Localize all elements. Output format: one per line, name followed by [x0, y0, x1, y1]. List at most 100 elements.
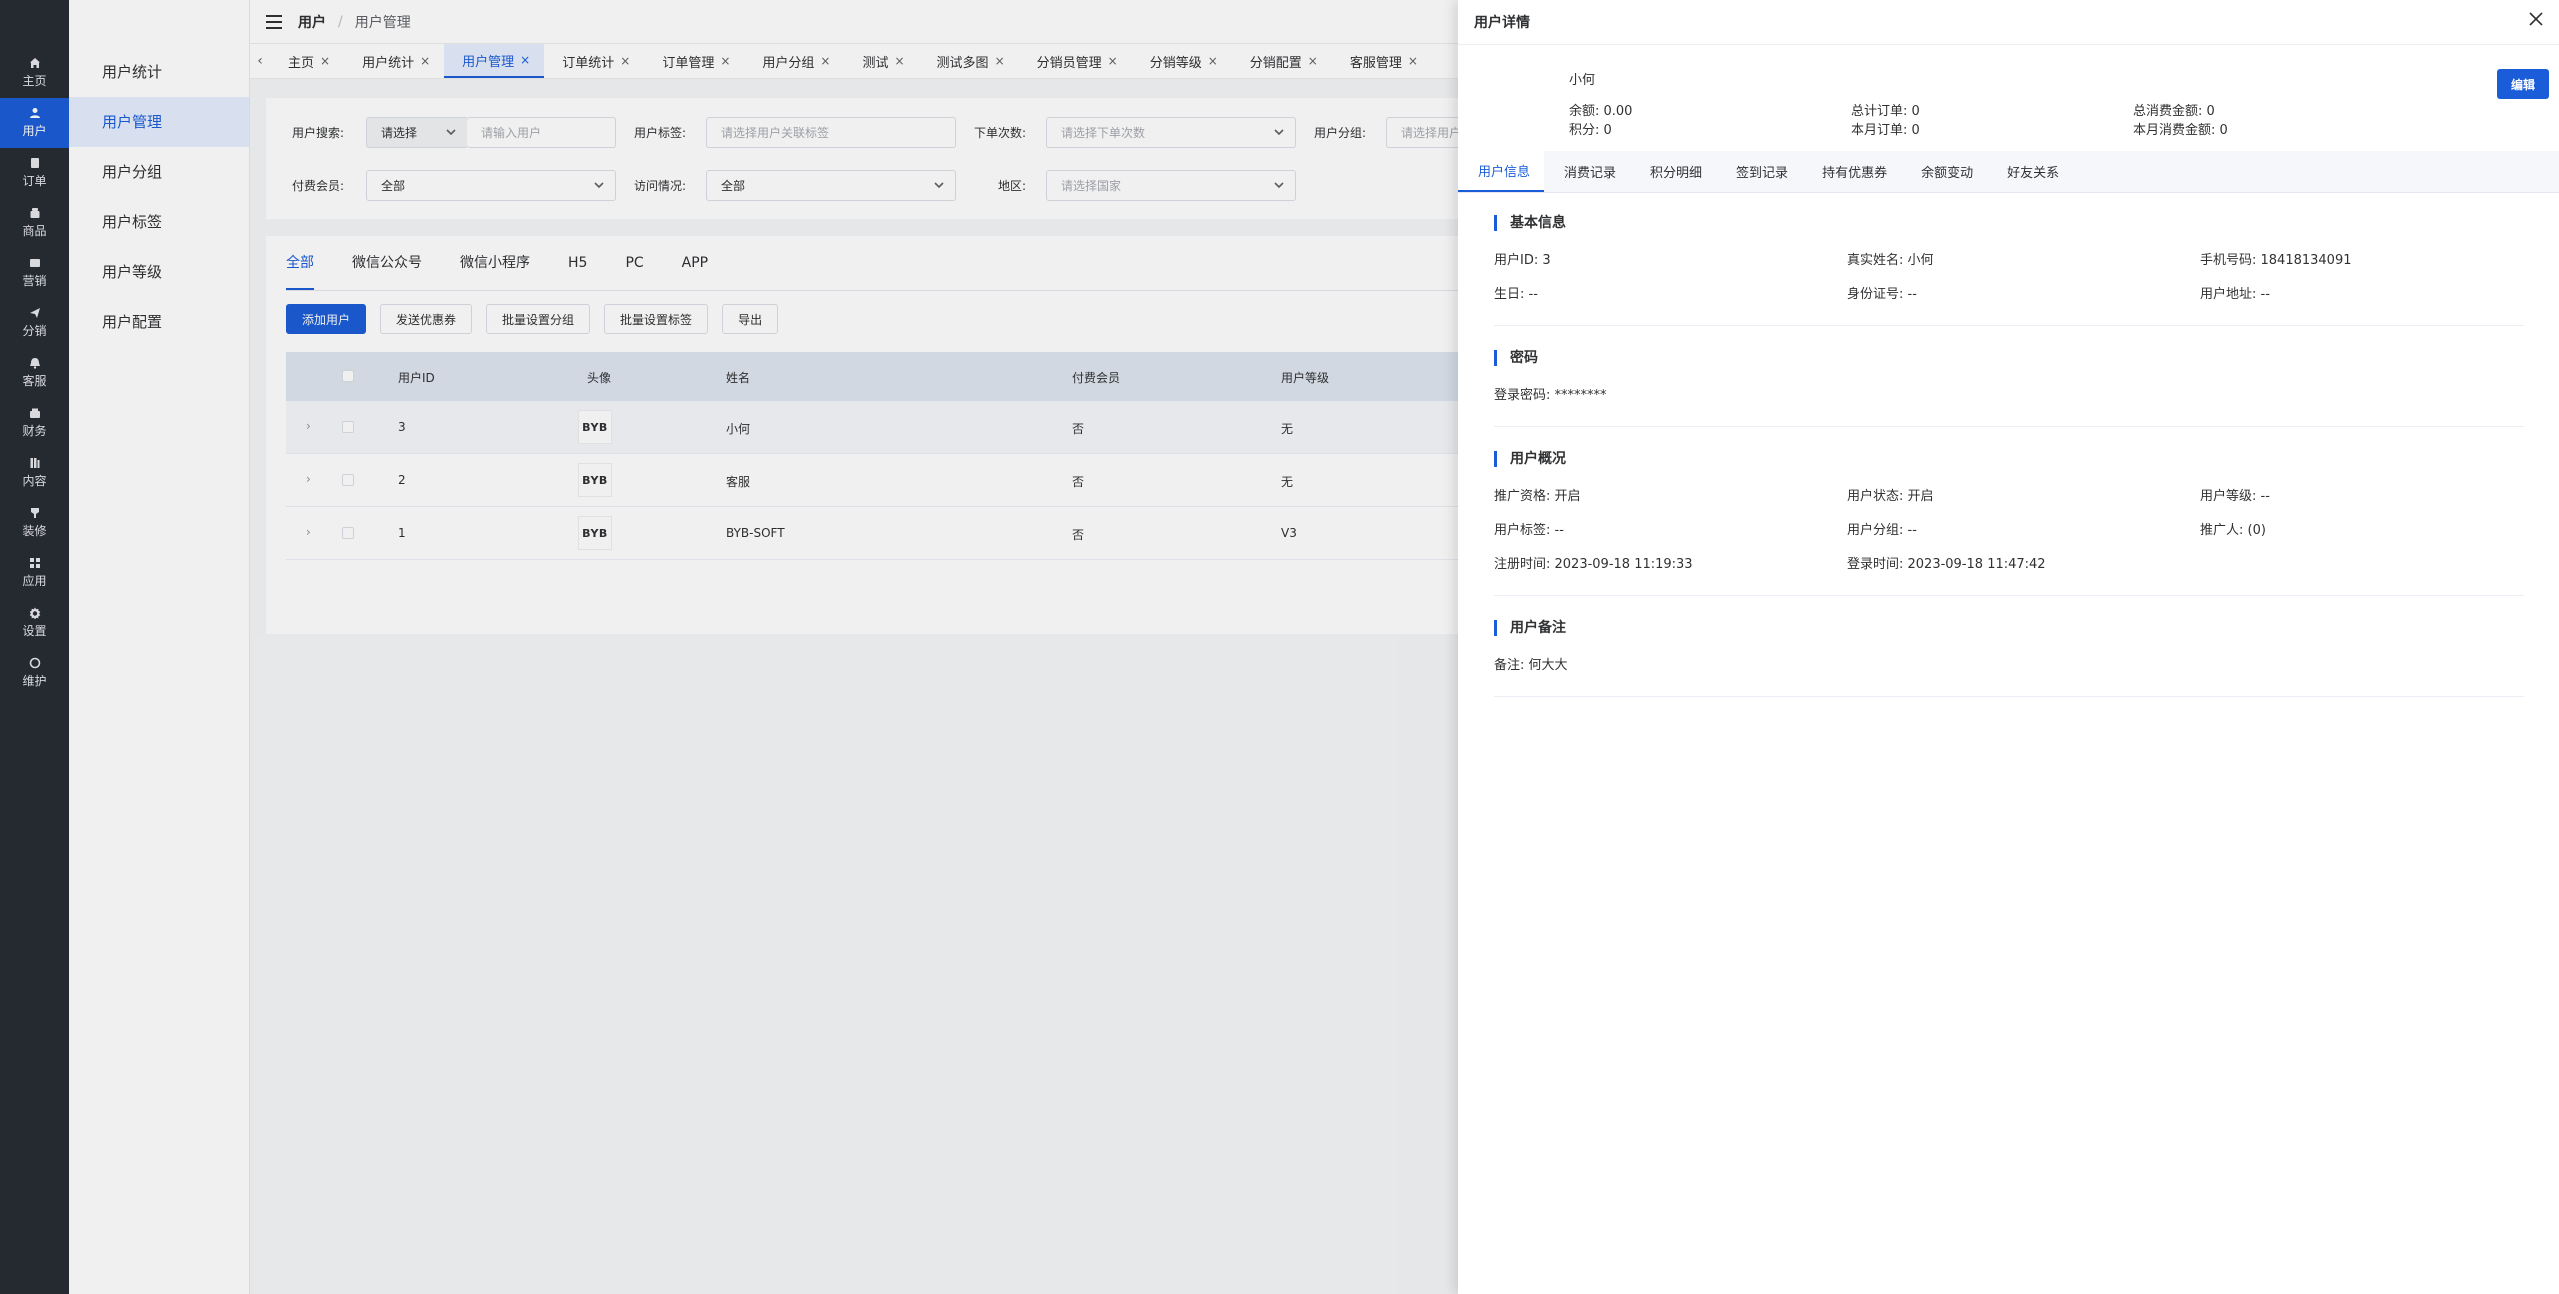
- rail-item-service[interactable]: 客服: [0, 348, 69, 398]
- select-all-checkbox[interactable]: [342, 370, 354, 385]
- rail-item-product[interactable]: 商品: [0, 198, 69, 248]
- channel-tab[interactable]: APP: [682, 236, 708, 290]
- header-paid-member: 付费会员: [1072, 371, 1121, 385]
- page-tab[interactable]: 用户分组 ×: [744, 44, 844, 78]
- points-stat: 积分: 0: [1569, 123, 1612, 138]
- channel-tab[interactable]: 全部: [286, 236, 314, 290]
- user-tags-field: 用户标签: --: [1494, 523, 1564, 538]
- drawer-tab[interactable]: 余额变动: [1901, 151, 1987, 192]
- rail-item-home[interactable]: 主页: [0, 48, 69, 98]
- add-user-button[interactable]: 添加用户: [286, 304, 367, 334]
- drawer-tab[interactable]: 签到记录: [1716, 151, 1802, 192]
- tab-close-icon[interactable]: ×: [1208, 54, 1218, 68]
- submenu-item[interactable]: 用户管理: [69, 97, 249, 147]
- page-tab[interactable]: 订单管理 ×: [644, 44, 744, 78]
- drawer-tab[interactable]: 好友关系: [1987, 151, 2073, 192]
- export-button[interactable]: 导出: [722, 304, 779, 334]
- close-icon[interactable]: [2529, 12, 2543, 26]
- chevron-down-icon: [933, 179, 945, 191]
- page-tab[interactable]: 客服管理 ×: [1332, 44, 1432, 78]
- row-checkbox[interactable]: [342, 474, 354, 489]
- rail-item-label: 应用: [22, 574, 47, 588]
- batch-set-tag-button[interactable]: 批量设置标签: [604, 304, 709, 334]
- rail-item-apps[interactable]: 应用: [0, 548, 69, 598]
- user-id-cell: 3: [398, 420, 406, 434]
- edit-button[interactable]: 编辑: [2496, 69, 2549, 99]
- page-tab[interactable]: 分销配置 ×: [1232, 44, 1332, 78]
- row-checkbox[interactable]: [342, 421, 354, 436]
- submenu-item[interactable]: 用户统计: [69, 47, 249, 97]
- breadcrumb-root[interactable]: 用户: [298, 12, 326, 32]
- visit-status-value: 全部: [721, 179, 746, 193]
- channel-tab[interactable]: 微信小程序: [460, 236, 530, 290]
- page-tab[interactable]: 用户管理 ×: [444, 44, 545, 78]
- tab-close-icon[interactable]: ×: [620, 54, 630, 68]
- page-tab[interactable]: 测试 ×: [844, 44, 918, 78]
- tab-close-icon[interactable]: ×: [1408, 54, 1418, 68]
- tab-close-icon[interactable]: ×: [894, 54, 904, 68]
- tab-close-icon[interactable]: ×: [1108, 54, 1118, 68]
- page-tab[interactable]: 分销等级 ×: [1132, 44, 1232, 78]
- hamburger-menu-icon[interactable]: [266, 14, 282, 29]
- rail-item-marketing[interactable]: 营销: [0, 248, 69, 298]
- rail-item-label: 营销: [22, 274, 47, 288]
- page-tab[interactable]: 主页 ×: [270, 44, 344, 78]
- drawer-title: 用户详情: [1474, 15, 1530, 31]
- page-tab[interactable]: 测试多图 ×: [919, 44, 1019, 78]
- rail-item-order[interactable]: 订单: [0, 148, 69, 198]
- table-row[interactable]: › 2 BYB 客服 否 无: [286, 454, 1460, 507]
- channel-tab[interactable]: PC: [625, 236, 643, 290]
- tab-close-icon[interactable]: ×: [520, 53, 530, 67]
- page-tab[interactable]: 订单统计 ×: [544, 44, 644, 78]
- rail-item-finance[interactable]: 财务: [0, 398, 69, 448]
- user-search-input[interactable]: 请输入用户: [467, 117, 616, 148]
- order-count-select[interactable]: 请选择下单次数: [1046, 117, 1296, 148]
- paid-member-select[interactable]: 全部: [366, 170, 616, 201]
- batch-set-group-button[interactable]: 批量设置分组: [486, 304, 591, 334]
- page-tab[interactable]: 分销员管理 ×: [1019, 44, 1132, 78]
- drawer-tab[interactable]: 积分明细: [1630, 151, 1716, 192]
- send-coupon-button[interactable]: 发送优惠券: [380, 304, 473, 334]
- user-tag-select[interactable]: 请选择用户关联标签: [706, 117, 956, 148]
- tab-close-icon[interactable]: ×: [820, 54, 830, 68]
- page-tab[interactable]: 用户统计 ×: [344, 44, 444, 78]
- row-expand-icon[interactable]: ›: [306, 525, 311, 539]
- tab-close-icon[interactable]: ×: [1308, 54, 1318, 68]
- rail-item-maintenance[interactable]: 维护: [0, 648, 69, 698]
- rail-item-decoration[interactable]: 装修: [0, 498, 69, 548]
- tab-close-icon[interactable]: ×: [995, 54, 1005, 68]
- password-title: 密码: [1494, 350, 1538, 366]
- drawer-tab[interactable]: 用户信息: [1458, 151, 1545, 192]
- tab-close-icon[interactable]: ×: [420, 54, 430, 68]
- tab-close-icon[interactable]: ×: [320, 54, 330, 68]
- rail-item-distribution[interactable]: 分销: [0, 298, 69, 348]
- chevron-down-icon: [1273, 126, 1285, 138]
- tabs-prev-arrow-icon[interactable]: ‹: [250, 44, 270, 78]
- channel-tab[interactable]: 微信公众号: [352, 236, 422, 290]
- content-icon: [29, 457, 41, 469]
- visit-status-select[interactable]: 全部: [706, 170, 956, 201]
- row-checkbox[interactable]: [342, 527, 354, 542]
- table-row[interactable]: › 3 BYB 小何 否 无: [286, 401, 1460, 454]
- name-cell: 小何: [726, 422, 751, 436]
- row-expand-icon[interactable]: ›: [306, 472, 311, 486]
- user-group-select[interactable]: 请选择用户: [1386, 117, 1460, 148]
- drawer-tab[interactable]: 持有优惠券: [1802, 151, 1901, 192]
- table-row[interactable]: › 1 BYB BYB-SOFT 否 V3: [286, 507, 1460, 560]
- user-search-type-select[interactable]: 请选择: [366, 117, 468, 148]
- rail-item-gear[interactable]: 设置: [0, 598, 69, 648]
- rail-item-content[interactable]: 内容: [0, 448, 69, 498]
- drawer-tab[interactable]: 消费记录: [1544, 151, 1630, 192]
- rail-item-user[interactable]: 用户: [0, 98, 69, 148]
- tab-close-icon[interactable]: ×: [720, 54, 730, 68]
- region-select[interactable]: 请选择国家: [1046, 170, 1296, 201]
- submenu-item[interactable]: 用户等级: [69, 247, 249, 297]
- submenu-item[interactable]: 用户分组: [69, 147, 249, 197]
- finance-icon: [29, 407, 41, 419]
- user-remark-title: 用户备注: [1494, 620, 1566, 636]
- channel-tab[interactable]: H5: [568, 236, 587, 290]
- submenu-item[interactable]: 用户配置: [69, 297, 249, 347]
- row-expand-icon[interactable]: ›: [306, 419, 311, 433]
- submenu-item[interactable]: 用户标签: [69, 197, 249, 247]
- password-section: 密码 登录密码: ********: [1494, 350, 2524, 427]
